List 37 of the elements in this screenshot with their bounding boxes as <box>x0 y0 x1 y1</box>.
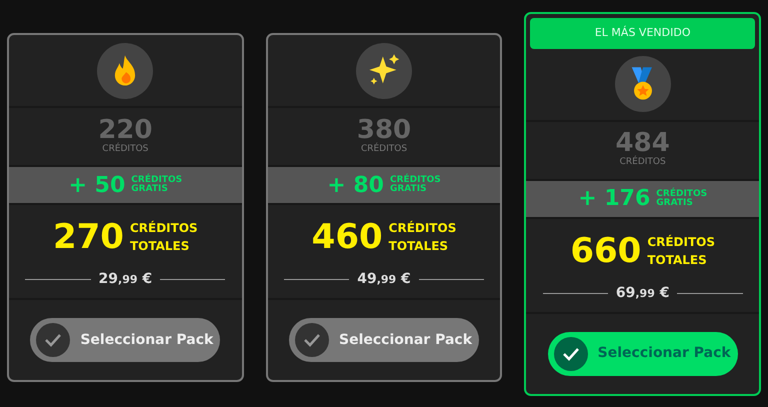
bonus-label: GRATIS <box>131 185 169 194</box>
price: 69,99 € <box>616 284 670 302</box>
total-credits: 660 <box>570 234 642 268</box>
bonus-label: CRÉDITOS <box>390 176 441 185</box>
total-label: CRÉDITOS <box>130 220 198 237</box>
sparkles-icon <box>356 42 412 98</box>
select-pack-button[interactable]: Seleccionar Pack <box>548 332 738 376</box>
bonus-label: GRATIS <box>390 185 428 194</box>
credits-label: CRÉDITOS <box>620 156 666 170</box>
check-icon <box>295 323 329 357</box>
total-label: CRÉDITOS <box>647 234 716 250</box>
medal-icon <box>614 56 671 112</box>
select-pack-button[interactable]: Seleccionar Pack <box>289 318 479 362</box>
price: 49,99 € <box>357 270 411 289</box>
total-label: CRÉDITOS <box>388 220 456 237</box>
check-icon <box>36 323 70 357</box>
total-credits: 460 <box>312 220 383 254</box>
bonus-label: CRÉDITOS <box>656 190 708 198</box>
credits-label: CRÉDITOS <box>360 142 408 156</box>
total-label: TOTALES <box>130 238 190 255</box>
bonus-credits: + 50 <box>68 172 126 200</box>
total-label: TOTALES <box>647 252 708 268</box>
base-credits: 220 <box>98 116 152 143</box>
flame-icon <box>97 42 154 98</box>
base-credits: 380 <box>356 116 412 143</box>
best-seller-banner: EL MÁS VENDIDO <box>530 18 756 48</box>
bonus-label: GRATIS <box>656 198 694 208</box>
credits-label: CRÉDITOS <box>102 142 148 156</box>
bonus-credits: + 80 <box>327 172 384 200</box>
check-icon <box>554 336 588 370</box>
total-label: TOTALES <box>388 238 450 255</box>
price: 29,99 € <box>98 270 152 289</box>
bonus-credits: + 176 <box>578 185 650 213</box>
total-credits: 270 <box>52 220 124 254</box>
select-pack-button[interactable]: Seleccionar Pack <box>30 318 220 362</box>
base-credits: 484 <box>616 130 670 156</box>
bonus-label: CRÉDITOS <box>131 176 182 185</box>
